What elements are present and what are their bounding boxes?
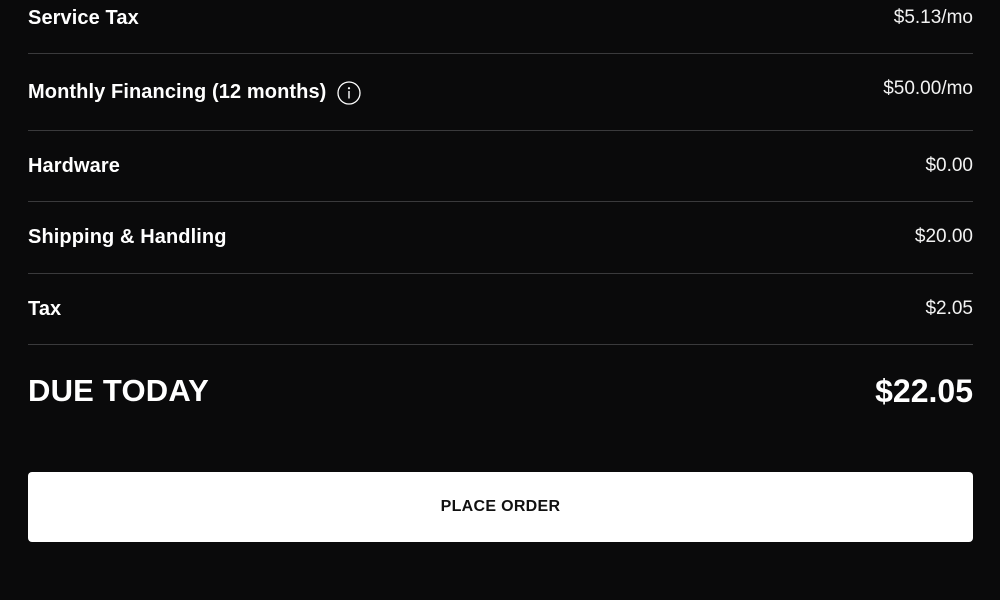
- line-item-tax: Tax $2.05: [28, 274, 973, 344]
- info-icon[interactable]: [337, 81, 362, 105]
- line-item-label: Service Tax: [28, 6, 139, 29]
- divider: [28, 53, 973, 54]
- line-item-value: $5.13/mo: [893, 7, 973, 28]
- line-item-label-group: Monthly Financing (12 months): [28, 79, 362, 105]
- line-item-label: Tax: [28, 297, 62, 320]
- line-item-service-tax: Service Tax $5.13/mo: [28, 0, 973, 53]
- line-item-monthly-financing: Monthly Financing (12 months) $50.00/mo: [28, 57, 973, 127]
- due-today-label: DUE TODAY: [28, 373, 209, 408]
- line-item-value: $0.00: [925, 155, 973, 176]
- place-order-button[interactable]: PLACE ORDER: [28, 472, 973, 542]
- line-item-shipping-handling: Shipping & Handling $20.00: [28, 202, 973, 272]
- line-item-label: Hardware: [28, 154, 120, 177]
- line-item-label: Monthly Financing (12 months): [28, 80, 327, 103]
- line-item-value: $2.05: [925, 298, 973, 319]
- line-item-value: $50.00/mo: [883, 78, 973, 99]
- due-today-amount: $22.05: [875, 372, 973, 409]
- line-item-hardware: Hardware $0.00: [28, 131, 973, 201]
- line-item-value: $20.00: [914, 226, 973, 247]
- line-item-label: Shipping & Handling: [28, 225, 227, 248]
- divider: [28, 344, 973, 345]
- due-today-row: DUE TODAY $22.05: [28, 346, 973, 436]
